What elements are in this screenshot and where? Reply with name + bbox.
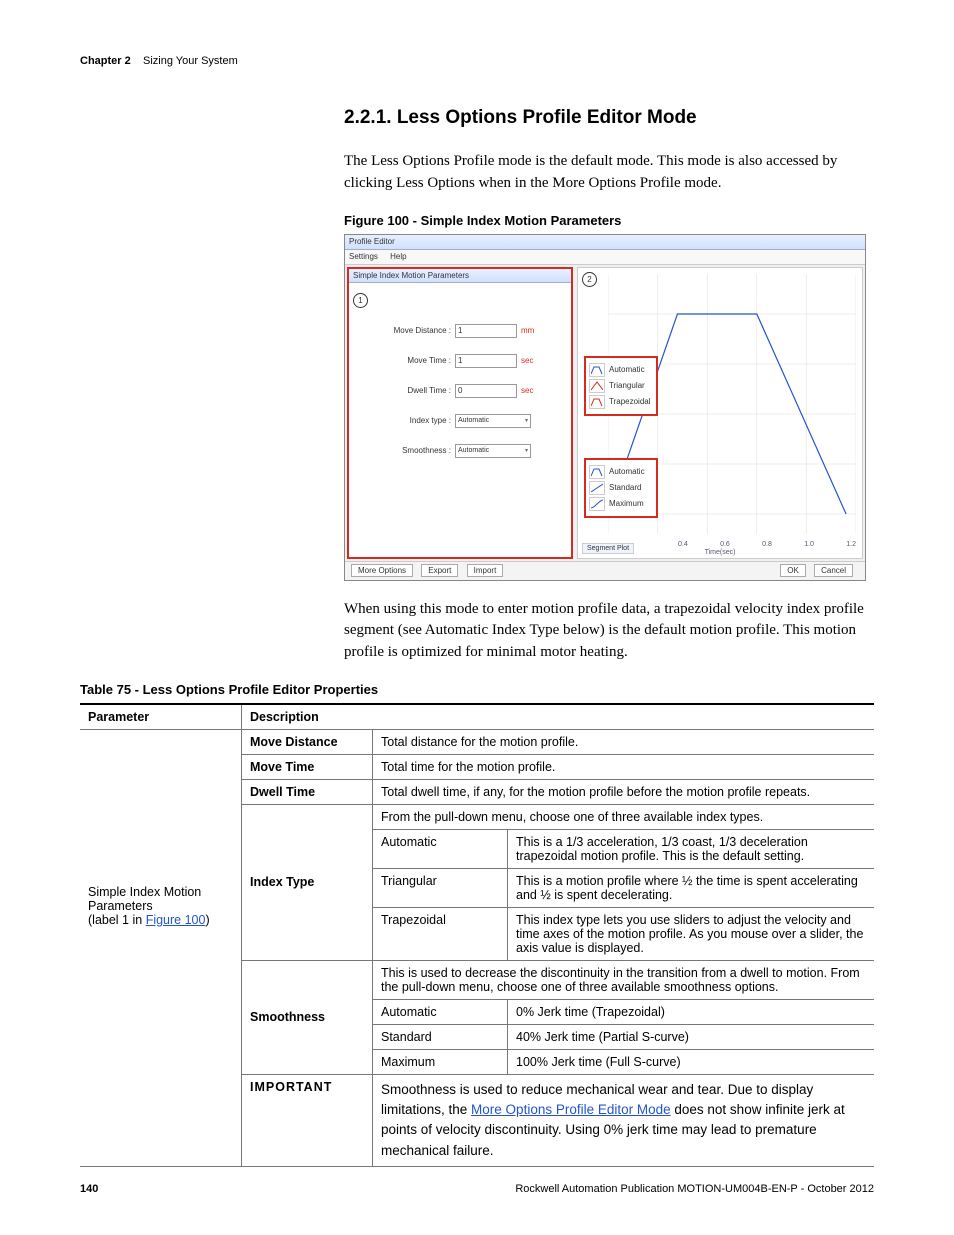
- window-titlebar: Profile Editor: [345, 235, 865, 250]
- table-caption: Table 75 - Less Options Profile Editor P…: [80, 682, 874, 697]
- section-heading: 2.2.1. Less Options Profile Editor Mode: [344, 107, 874, 129]
- segment-plot-tab[interactable]: Segment Plot: [582, 543, 634, 554]
- row-dwell-time-name: Dwell Time: [242, 779, 373, 804]
- automatic-icon: [589, 363, 605, 377]
- publication-line: Rockwell Automation Publication MOTION-U…: [515, 1183, 874, 1195]
- important-text: Smoothness is used to reduce mechanical …: [373, 1074, 875, 1166]
- parameters-panel-title: Simple Index Motion Parameters: [349, 269, 571, 283]
- index-automatic-name: Automatic: [373, 829, 508, 868]
- cancel-button[interactable]: Cancel: [814, 564, 853, 577]
- param-group-cell: Simple Index Motion Parameters (label 1 …: [80, 729, 242, 1166]
- trapezoidal-icon: [589, 395, 605, 409]
- popup-trapezoidal[interactable]: Trapezoidal: [609, 397, 651, 406]
- running-header: Chapter 2 Sizing Your System: [80, 55, 874, 67]
- figure-100-link[interactable]: Figure 100: [146, 913, 206, 927]
- page-footer: 140 Rockwell Automation Publication MOTI…: [80, 1183, 874, 1195]
- parameters-panel: Simple Index Motion Parameters 1 Move Di…: [347, 267, 573, 559]
- row-index-type-intro: From the pull-down menu, choose one of t…: [373, 804, 875, 829]
- smooth-standard-name: Standard: [373, 1024, 508, 1049]
- popup-automatic[interactable]: Automatic: [609, 365, 645, 374]
- smoothness-dropdown[interactable]: Automatic: [455, 444, 531, 458]
- smooth-auto-icon: [589, 465, 605, 479]
- smooth-maximum-desc: 100% Jerk time (Full S-curve): [508, 1049, 875, 1074]
- row-move-time-desc: Total time for the motion profile.: [373, 754, 875, 779]
- important-label: IMPORTANT: [242, 1074, 373, 1166]
- callout-2-badge: 2: [582, 272, 597, 287]
- more-options-button[interactable]: More Options: [351, 564, 413, 577]
- smooth-automatic-name: Automatic: [373, 999, 508, 1024]
- row-move-distance-name: Move Distance: [242, 729, 373, 754]
- smooth-automatic-desc: 0% Jerk time (Trapezoidal): [508, 999, 875, 1024]
- popup-triangular[interactable]: Triangular: [609, 381, 645, 390]
- move-time-input[interactable]: 1: [455, 354, 517, 368]
- xtick: 0.8: [762, 541, 772, 548]
- ok-button[interactable]: OK: [780, 564, 806, 577]
- plot-panel: 2 Automatic Triangular: [577, 267, 863, 559]
- xtick: 1.0: [804, 541, 814, 548]
- index-triangular-name: Triangular: [373, 868, 508, 907]
- profile-editor-screenshot: Profile Editor Settings Help Simple Inde…: [344, 234, 866, 581]
- xtick: 0.6: [720, 541, 730, 548]
- th-description: Description: [242, 704, 875, 730]
- move-distance-input[interactable]: 1: [455, 324, 517, 338]
- row-move-distance-desc: Total distance for the motion profile.: [373, 729, 875, 754]
- row-index-type-name: Index Type: [242, 804, 373, 960]
- dialog-button-bar: More Options Export Import OK Cancel: [345, 561, 865, 580]
- menu-help[interactable]: Help: [390, 252, 406, 261]
- export-button[interactable]: Export: [421, 564, 458, 577]
- smooth-maximum-name: Maximum: [373, 1049, 508, 1074]
- row-smoothness-name: Smoothness: [242, 960, 373, 1074]
- move-time-label: Move Time :: [389, 356, 451, 365]
- intro-paragraph: The Less Options Profile mode is the def…: [344, 151, 874, 195]
- xtick: 0.4: [678, 541, 688, 548]
- triangular-icon: [589, 379, 605, 393]
- row-move-time-name: Move Time: [242, 754, 373, 779]
- smooth-standard-desc: 40% Jerk time (Partial S-curve): [508, 1024, 875, 1049]
- xtick: 1.2: [846, 541, 856, 548]
- dwell-time-label: Dwell Time :: [389, 386, 451, 395]
- smoothness-label: Smoothness :: [389, 446, 451, 455]
- popup-smooth-standard[interactable]: Standard: [609, 483, 641, 492]
- figure-caption: Figure 100 - Simple Index Motion Paramet…: [344, 213, 874, 228]
- properties-table: Parameter Description Simple Index Motio…: [80, 703, 874, 1167]
- index-type-dropdown[interactable]: Automatic: [455, 414, 531, 428]
- index-type-label: Index type :: [389, 416, 451, 425]
- window-menubar: Settings Help: [345, 250, 865, 265]
- callout-1-badge: 1: [353, 293, 368, 308]
- smooth-max-icon: [589, 497, 605, 511]
- smoothness-popup: Automatic Standard Maximum: [584, 458, 658, 518]
- row-smoothness-intro: This is used to decrease the discontinui…: [373, 960, 875, 999]
- th-parameter: Parameter: [80, 704, 242, 730]
- dwell-time-input[interactable]: 0: [455, 384, 517, 398]
- after-figure-paragraph: When using this mode to enter motion pro…: [344, 599, 874, 664]
- chapter-label: Chapter 2: [80, 55, 131, 67]
- import-button[interactable]: Import: [467, 564, 504, 577]
- index-trapezoidal-desc: This index type lets you use sliders to …: [508, 907, 875, 960]
- dwell-time-unit: sec: [521, 386, 533, 395]
- index-type-popup: Automatic Triangular Trapezoidal: [584, 356, 658, 416]
- index-automatic-desc: This is a 1/3 acceleration, 1/3 coast, 1…: [508, 829, 875, 868]
- menu-settings[interactable]: Settings: [349, 252, 378, 261]
- more-options-mode-link[interactable]: More Options Profile Editor Mode: [471, 1102, 671, 1117]
- popup-smooth-maximum[interactable]: Maximum: [609, 499, 644, 508]
- popup-smooth-automatic[interactable]: Automatic: [609, 467, 645, 476]
- x-axis-label: Time(sec): [705, 549, 736, 556]
- smooth-std-icon: [589, 481, 605, 495]
- chapter-title: Sizing Your System: [143, 55, 238, 67]
- move-distance-unit: mm: [521, 326, 534, 335]
- index-triangular-desc: This is a motion profile where ½ the tim…: [508, 868, 875, 907]
- page-number: 140: [80, 1183, 98, 1195]
- move-time-unit: sec: [521, 356, 533, 365]
- row-dwell-time-desc: Total dwell time, if any, for the motion…: [373, 779, 875, 804]
- move-distance-label: Move Distance :: [389, 326, 451, 335]
- index-trapezoidal-name: Trapezoidal: [373, 907, 508, 960]
